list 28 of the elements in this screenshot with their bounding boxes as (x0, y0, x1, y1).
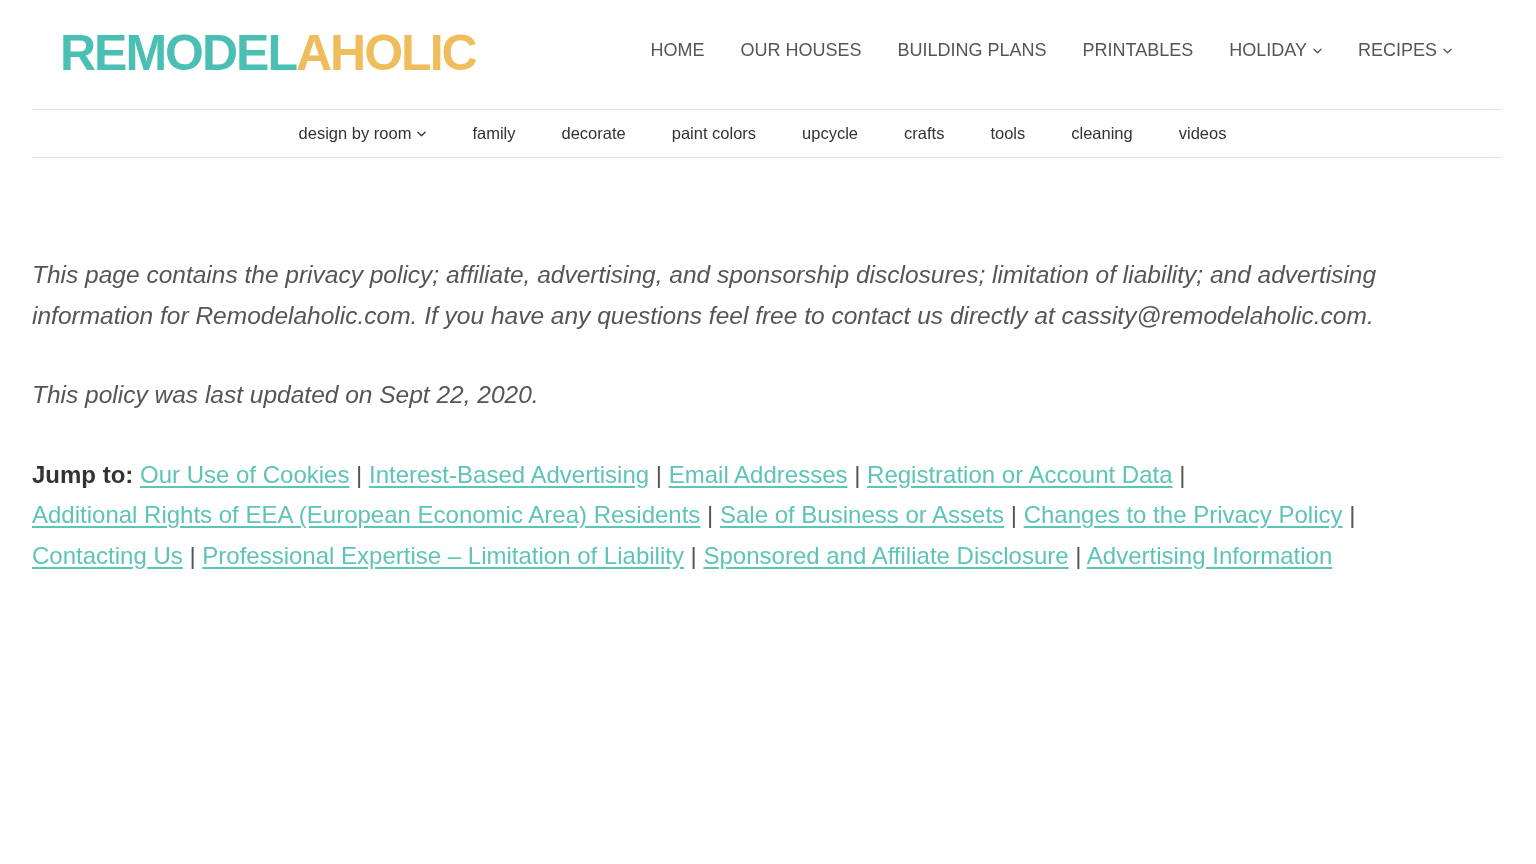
category-nav-link[interactable]: decorate (561, 124, 626, 143)
category-nav-link[interactable]: videos (1178, 124, 1227, 143)
category-nav-link[interactable]: paint colors (671, 124, 757, 143)
link-separator: | (655, 460, 663, 488)
main-nav-link[interactable]: BUILDING PLANS (897, 40, 1047, 61)
main-nav-link[interactable]: PRINTABLES (1082, 40, 1194, 61)
category-nav-link[interactable]: cleaning (1071, 124, 1133, 143)
link-separator: | (356, 460, 363, 488)
link-separator: | (854, 460, 861, 488)
category-nav-link[interactable]: family (472, 124, 516, 143)
link-separator: | (690, 541, 697, 569)
link-separator: | (1349, 501, 1356, 528)
main-nav-link[interactable]: RECIPES (1357, 40, 1452, 61)
intro-paragraph: This page contains the privacy policy; affiliate, advertising, and sponsorship disclosures; limitation of liability; and advertising information for Remodelaholic.com. If you have any questions feel free to contact us directly at cassity@remodelaholic.com. (32, 260, 1378, 331)
category-nav-link[interactable]: crafts (904, 124, 945, 143)
link-separator: | (1179, 460, 1186, 488)
category-nav-link[interactable]: design by room (298, 124, 427, 143)
link-separator: | (1075, 541, 1082, 569)
category-nav-link[interactable]: tools (990, 124, 1026, 143)
link-separator: | (189, 541, 196, 569)
main-nav-link[interactable]: HOME (650, 40, 705, 61)
jump-to-label: Jump to: (32, 460, 134, 488)
main-nav-link[interactable]: HOLIDAY (1229, 40, 1322, 61)
intro-paragraph: This policy was last updated on Sept 22, 2020. (32, 380, 540, 410)
link-separator: | (1010, 501, 1017, 528)
link-separator: | (707, 501, 714, 528)
category-nav-link[interactable]: upcycle (802, 124, 859, 143)
main-nav-link[interactable]: OUR HOUSES (740, 40, 862, 61)
